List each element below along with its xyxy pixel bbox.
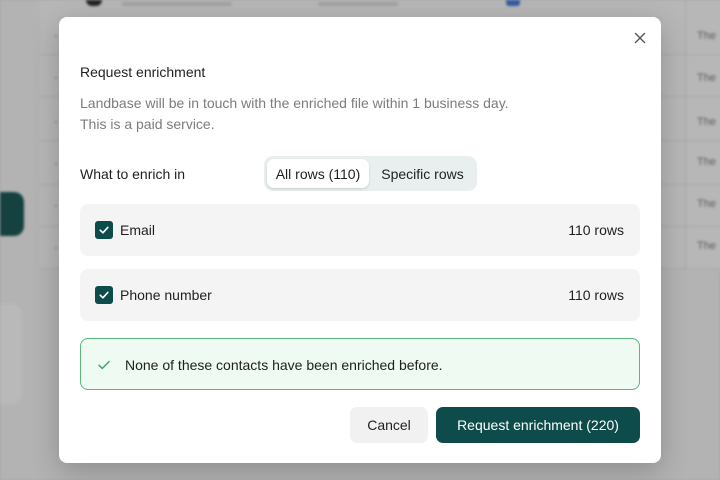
field-row-email[interactable]: Email 110 rows	[80, 204, 640, 256]
description-line: Landbase will be in touch with the enric…	[80, 95, 509, 111]
check-icon	[99, 291, 109, 299]
field-row-count: 110 rows	[568, 287, 624, 303]
enrichment-status-notice: None of these contacts have been enriche…	[80, 338, 640, 390]
request-enrichment-button[interactable]: Request enrichment (220)	[436, 407, 640, 443]
request-enrichment-dialog: Request enrichment Landbase will be in t…	[59, 17, 661, 463]
dialog-title: Request enrichment	[80, 64, 206, 80]
dialog-description: Landbase will be in touch with the enric…	[80, 93, 509, 135]
notice-text: None of these contacts have been enriche…	[125, 357, 443, 373]
row-scope-toggle: All rows (110) Specific rows	[264, 156, 477, 191]
all-rows-option[interactable]: All rows (110)	[267, 159, 369, 188]
field-label: Phone number	[120, 287, 212, 303]
field-row-phone-number[interactable]: Phone number 110 rows	[80, 269, 640, 321]
email-checkbox[interactable]	[95, 221, 113, 239]
check-icon	[99, 226, 109, 234]
cancel-button[interactable]: Cancel	[350, 407, 428, 443]
phone-number-checkbox[interactable]	[95, 286, 113, 304]
description-line: This is a paid service.	[80, 116, 215, 132]
field-row-count: 110 rows	[568, 222, 624, 238]
specific-rows-option[interactable]: Specific rows	[371, 159, 474, 188]
close-button[interactable]	[631, 29, 649, 47]
close-icon	[634, 32, 646, 44]
enrich-in-label: What to enrich in	[80, 166, 186, 182]
field-label: Email	[120, 222, 156, 238]
check-icon	[98, 360, 110, 370]
